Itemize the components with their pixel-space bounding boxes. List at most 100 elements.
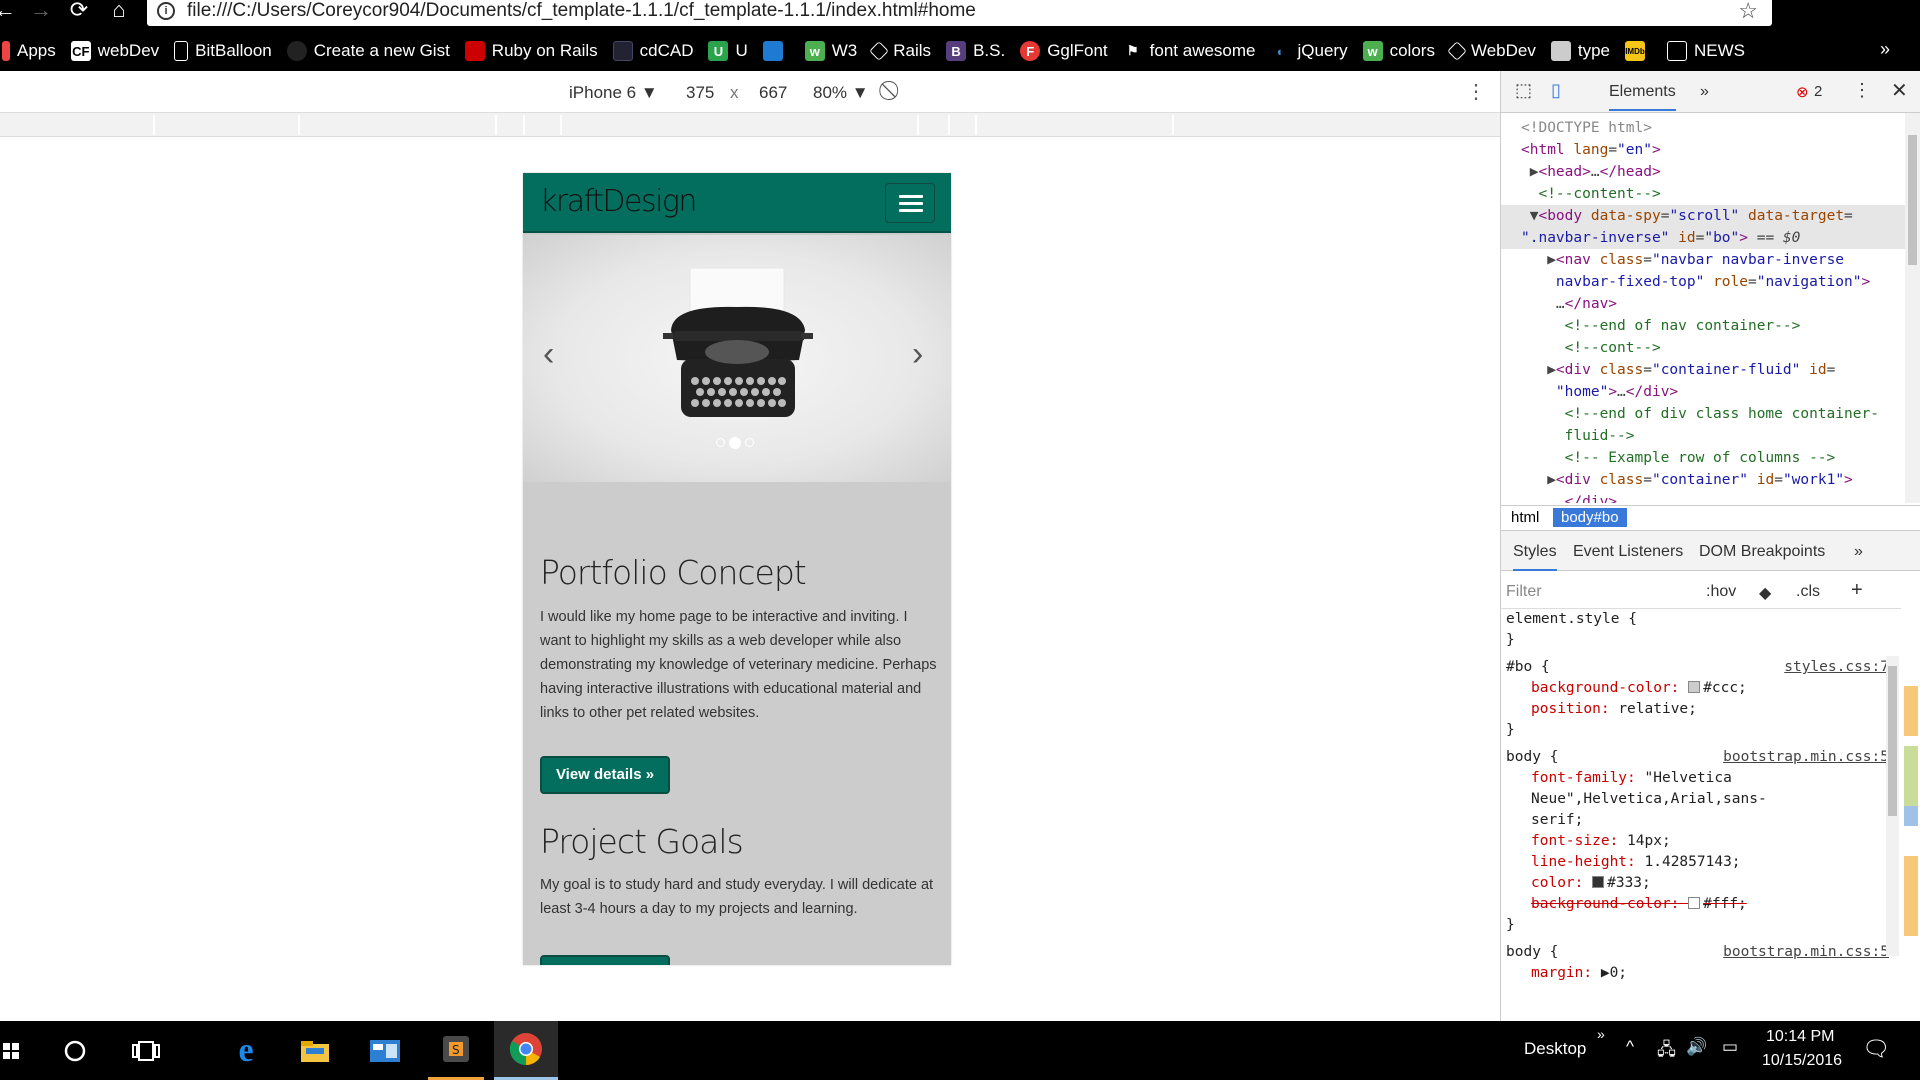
bookmark-bitballoon[interactable]: BitBalloon <box>174 41 272 61</box>
device-width-field[interactable]: 375 <box>686 83 714 103</box>
inspect-element-icon[interactable]: ⬚ <box>1515 80 1532 101</box>
bookmark-imdb[interactable]: IMDb <box>1624 41 1652 61</box>
dom-node[interactable]: <!--cont--> <box>1501 337 1906 359</box>
start-button[interactable] <box>0 1021 22 1080</box>
tab-elements[interactable]: Elements <box>1609 83 1676 111</box>
dom-node[interactable]: <html lang="en"> <box>1501 139 1906 161</box>
tab-event-listeners[interactable]: Event Listeners <box>1573 543 1683 561</box>
dom-node[interactable]: <!--end of nav container--> <box>1501 315 1906 337</box>
style-rule[interactable]: body { bootstrap.min.css:5 font-family: … <box>1506 747 1901 936</box>
carousel-next-icon[interactable]: › <box>912 335 923 374</box>
site-brand[interactable]: kraftDesign <box>540 184 697 219</box>
dom-node[interactable]: ▶<nav class="navbar navbar-inverse <box>1501 249 1906 271</box>
bookmark-ruby-on-rails[interactable]: Ruby on Rails <box>464 41 598 61</box>
more-options-icon[interactable]: ⋮ <box>1466 79 1486 104</box>
view-details-button[interactable]: View details » <box>540 756 670 794</box>
volume-icon[interactable]: 🔊 <box>1686 1037 1707 1057</box>
dom-node[interactable]: ▶<div class="container" id="work1"> <box>1501 469 1906 491</box>
tray-chevron-up-icon[interactable]: ^ <box>1626 1037 1634 1057</box>
bookmark-blue[interactable] <box>762 41 790 61</box>
clock-date[interactable]: 10/15/2016 <box>1762 1052 1842 1070</box>
carousel-indicator[interactable] <box>716 438 725 447</box>
home-icon[interactable]: ⌂ <box>106 0 132 22</box>
bookmark-rails[interactable]: Rails <box>869 41 931 61</box>
devtools-menu-icon[interactable]: ⋮ <box>1853 80 1871 101</box>
battery-icon[interactable]: ▭ <box>1722 1037 1738 1057</box>
dom-node[interactable]: navbar-fixed-top" role="navigation"> <box>1501 271 1906 293</box>
dom-node[interactable]: <!-- Example row of columns --> <box>1501 447 1906 469</box>
media-query-ruler[interactable] <box>0 113 1500 137</box>
device-mode-icon[interactable]: ▯ <box>1551 80 1561 101</box>
url-bar[interactable]: i file:///C:/Users/Coreycor904/Documents… <box>147 0 1772 26</box>
clock-time[interactable]: 10:14 PM <box>1766 1028 1834 1046</box>
error-count[interactable]: 2 <box>1814 83 1822 100</box>
dom-node[interactable]: …</div> <box>1501 491 1906 503</box>
dom-node[interactable]: …</nav> <box>1501 293 1906 315</box>
more-tabs-button[interactable]: » <box>1700 83 1709 101</box>
bookmark-star-icon[interactable]: ☆ <box>1738 0 1758 24</box>
action-center-icon[interactable]: 🗨 <box>1862 1036 1890 1062</box>
forward-icon[interactable]: → <box>28 0 54 22</box>
dom-tree-scrollbar[interactable] <box>1905 113 1920 503</box>
dom-node[interactable]: <!DOCTYPE html> <box>1501 117 1906 139</box>
bookmark-cdcad[interactable]: cdCAD <box>612 41 693 61</box>
device-select[interactable]: iPhone 6 ▼ <box>569 83 658 103</box>
cls-toggle[interactable]: .cls <box>1796 583 1820 601</box>
bookmarks-overflow-button[interactable]: » <box>1880 39 1890 60</box>
bookmark-w3[interactable]: w W3 <box>804 41 857 61</box>
info-icon[interactable]: i <box>157 2 175 20</box>
bookmark-colors[interactable]: w colors <box>1362 41 1435 61</box>
taskbar-app[interactable] <box>362 1021 408 1080</box>
breadcrumb-body[interactable]: body#bo <box>1553 508 1627 527</box>
dom-node-selected[interactable]: ".navbar-inverse" id="bo"> == $0 <box>1501 227 1906 249</box>
hov-toggle[interactable]: :hov <box>1706 583 1736 601</box>
dom-node[interactable]: ▶<head>…</head> <box>1501 161 1906 183</box>
style-source-link[interactable]: bootstrap.min.css:5 <box>1723 747 1889 768</box>
new-style-rule-button[interactable]: + <box>1851 579 1863 602</box>
carousel-indicator-active[interactable] <box>729 437 741 449</box>
bookmark-bs[interactable]: B B.S. <box>946 41 1005 61</box>
dom-node-selected[interactable]: ▼<body data-spy="scroll" data-target= <box>1501 205 1906 227</box>
bookmark-gist[interactable]: Create a new Gist <box>286 41 450 61</box>
tab-dom-breakpoints[interactable]: DOM Breakpoints <box>1699 543 1825 561</box>
bookmark-gglfont[interactable]: F GglFont <box>1020 41 1108 61</box>
style-rule[interactable]: #bo { styles.css:7 background-color: #cc… <box>1506 657 1901 741</box>
bookmark-font-awesome[interactable]: ⚑ font awesome <box>1123 41 1256 61</box>
style-rule[interactable]: element.style { } <box>1506 609 1901 651</box>
taskbar-file-explorer[interactable] <box>292 1021 338 1080</box>
dom-node[interactable]: <!--end of div class home container- <box>1501 403 1906 425</box>
dom-node[interactable]: ▶<div class="container-fluid" id= <box>1501 359 1906 381</box>
style-source-link[interactable]: styles.css:7 <box>1784 657 1889 678</box>
dom-node[interactable]: <!--content--> <box>1501 183 1906 205</box>
more-subtabs-button[interactable]: » <box>1854 543 1863 561</box>
bookmark-u[interactable]: UU <box>708 41 748 61</box>
dom-node[interactable]: "home">…</div> <box>1501 381 1906 403</box>
bookmark-webdev2[interactable]: WebDev <box>1447 41 1536 61</box>
url-text[interactable]: file:///C:/Users/Coreycor904/Documents/c… <box>187 0 976 22</box>
network-icon[interactable]: 🖧 <box>1657 1037 1676 1066</box>
zoom-select[interactable]: 80% ▼ <box>813 83 869 103</box>
reload-icon[interactable]: ⟳ <box>66 0 92 22</box>
carousel-prev-icon[interactable]: ‹ <box>543 335 554 374</box>
filter-input[interactable]: Filter <box>1506 583 1542 601</box>
search-button[interactable] <box>55 1021 95 1080</box>
bookmark-webdev[interactable]: CF webDev <box>70 41 159 61</box>
dom-node[interactable]: fluid--> <box>1501 425 1906 447</box>
taskbar-sublime[interactable]: S <box>428 1021 484 1080</box>
tab-styles[interactable]: Styles <box>1513 543 1557 571</box>
desktop-toolbar-label[interactable]: Desktop <box>1524 1039 1586 1059</box>
close-icon[interactable]: ✕ <box>1891 78 1908 103</box>
color-format-icon[interactable]: ◆ <box>1759 583 1771 603</box>
device-height-field[interactable]: 667 <box>759 83 787 103</box>
bookmark-apps[interactable]: Apps <box>2 41 56 61</box>
taskbar-chrome[interactable] <box>494 1021 558 1080</box>
style-rule[interactable]: body { bootstrap.min.css:5 margin: ▶0; <box>1506 942 1901 984</box>
taskbar-edge[interactable]: e <box>223 1021 269 1080</box>
bookmark-jquery[interactable]: ◐ jQuery <box>1271 41 1348 61</box>
task-view-button[interactable] <box>124 1021 168 1080</box>
bookmark-type[interactable]: type <box>1550 41 1610 61</box>
style-source-link[interactable]: bootstrap.min.css:5 <box>1723 942 1889 963</box>
hamburger-menu-icon[interactable] <box>885 183 935 223</box>
toolbar-overflow-icon[interactable]: » <box>1597 1026 1605 1042</box>
view-details-button-2[interactable] <box>540 955 670 965</box>
